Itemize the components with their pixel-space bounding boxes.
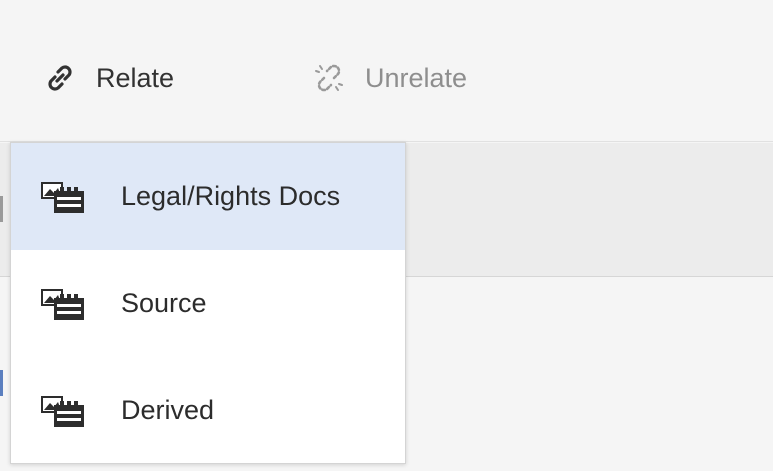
relate-button[interactable]: Relate: [38, 55, 174, 101]
menu-item-label: Source: [121, 288, 207, 318]
asset-collection-icon: [39, 391, 89, 431]
unrelate-label: Unrelate: [365, 62, 468, 93]
asset-collection-icon: [39, 177, 89, 217]
relate-label: Relate: [96, 62, 175, 93]
broken-link-icon: [307, 56, 351, 100]
menu-item-label: Derived: [121, 395, 215, 425]
action-toolbar: Relate Unrelate: [0, 0, 773, 142]
relate-dialog-area: Relate Unrelate Legal/Rights Docs Source…: [0, 0, 773, 471]
menu-item-label: Legal/Rights Docs: [121, 181, 341, 211]
menu-item-derived[interactable]: Derived: [11, 357, 405, 464]
asset-collection-icon: [39, 284, 89, 324]
edge-divider: [0, 370, 3, 396]
relation-type-menu: Legal/Rights Docs Source Derived: [10, 142, 406, 464]
menu-item-legal-rights-docs[interactable]: Legal/Rights Docs: [11, 143, 405, 250]
edge-divider: [0, 196, 3, 222]
unrelate-button[interactable]: Unrelate: [307, 55, 467, 101]
menu-item-source[interactable]: Source: [11, 250, 405, 357]
link-icon: [38, 56, 82, 100]
